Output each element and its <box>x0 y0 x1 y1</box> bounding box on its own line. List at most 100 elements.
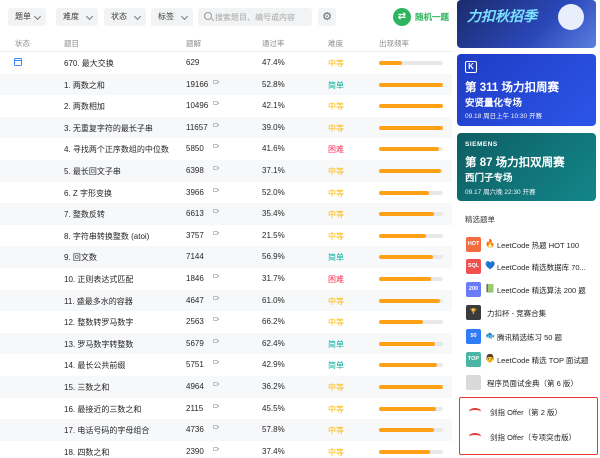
problem-list-cover-icon: HOT <box>466 237 481 252</box>
problem-title[interactable]: 3. 无重复字符的最长子串 <box>64 123 153 134</box>
table-row[interactable]: 13. 罗马数字转整数 5679 62.4% 简单 <box>0 332 452 355</box>
video-solution-icon[interactable] <box>213 144 220 149</box>
biweekly-contest-sponsor: 西门子专场 <box>465 173 513 184</box>
table-row[interactable]: 11. 盛最多水的容器 4647 61.0% 中等 <box>0 289 452 312</box>
weekly-contest-sponsor: 安贤量化专场 <box>465 98 523 109</box>
header-status[interactable]: 状态 <box>15 38 30 49</box>
problem-list-dropdown[interactable]: 题单 <box>8 8 46 26</box>
chevron-down-icon <box>33 12 42 21</box>
problem-title[interactable]: 6. Z 字形变换 <box>64 188 112 199</box>
frequency-bar-fill <box>379 363 438 368</box>
status-dropdown[interactable]: 状态 <box>104 8 146 26</box>
table-row[interactable]: 17. 电话号码的字母组合 4736 57.8% 中等 <box>0 419 452 441</box>
frequency-bar <box>379 320 443 325</box>
frequency-bar-fill <box>379 190 429 195</box>
problem-list-item[interactable]: 程序员面试金典（第 6 版） <box>463 373 597 393</box>
video-solution-icon[interactable] <box>213 273 220 278</box>
frequency-bar <box>379 406 443 411</box>
problem-title[interactable]: 9. 回文数 <box>64 252 97 263</box>
table-row[interactable]: 14. 最长公共前缀 5751 42.9% 简单 <box>0 354 452 376</box>
difficulty-dropdown-label: 难度 <box>63 12 79 21</box>
problem-title[interactable]: 2. 两数相加 <box>64 101 105 112</box>
campus-recruit-banner[interactable]: 力扣秋招季 <box>457 0 596 48</box>
problem-list-item[interactable]: TOP 👨 LeetCode 精选 TOP 面试题 <box>463 350 597 370</box>
solution-count: 4647 <box>186 295 204 305</box>
video-solution-icon[interactable] <box>213 446 220 451</box>
difficulty-label: 简单 <box>328 361 344 371</box>
weekly-contest-banner[interactable]: K 第 311 场力扣周赛 安贤量化专场 09.18 周日上午 10:30 开赛 <box>457 54 596 126</box>
problem-list-item[interactable]: SQL 💙 LeetCode 精选数据库 70... <box>463 257 597 277</box>
problem-table: 状态 题目 题解 通过率 难度 出现频率 670. 最大交换 629 47.4% 中等… <box>0 34 452 458</box>
difficulty-label: 中等 <box>328 404 344 414</box>
header-solution[interactable]: 题解 <box>186 38 201 49</box>
table-row[interactable]: 2. 两数相加 10496 42.1% 中等 <box>0 95 452 117</box>
problem-list-name: LeetCode 精选数据库 70... <box>497 263 586 272</box>
table-row[interactable]: 7. 整数反转 6613 35.4% 中等 <box>0 203 452 225</box>
difficulty-dropdown[interactable]: 难度 <box>56 8 98 26</box>
video-solution-icon[interactable] <box>213 360 220 365</box>
frequency-bar <box>379 298 443 303</box>
table-row[interactable]: 9. 回文数 7144 56.9% 简单 <box>0 246 452 268</box>
video-solution-icon[interactable] <box>213 79 220 84</box>
video-solution-icon[interactable] <box>213 122 220 127</box>
video-solution-icon[interactable] <box>213 209 220 214</box>
search-input[interactable] <box>215 8 309 26</box>
video-solution-icon[interactable] <box>213 165 220 170</box>
table-row[interactable]: 670. 最大交换 629 47.4% 中等 <box>0 52 452 74</box>
frequency-bar-fill <box>379 320 424 325</box>
table-row[interactable]: 18. 四数之和 2390 37.4% 中等 <box>0 441 452 458</box>
problem-title[interactable]: 7. 整数反转 <box>64 209 105 220</box>
tags-dropdown[interactable]: 标签 <box>151 8 193 26</box>
table-row[interactable]: 8. 字符串转换整数 (atoi) 3757 21.5% 中等 <box>0 225 452 247</box>
table-row[interactable]: 10. 正则表达式匹配 1846 31.7% 困难 <box>0 268 452 290</box>
problem-title[interactable]: 15. 三数之和 <box>64 382 109 393</box>
problem-title[interactable]: 12. 整数转罗马数字 <box>64 317 133 328</box>
problem-list-item[interactable]: 200 📗 LeetCode 精选算法 200 题 <box>463 280 597 300</box>
header-frequency[interactable]: 出现频率 <box>379 38 409 49</box>
table-row[interactable]: 5. 最长回文子串 6398 37.1% 中等 <box>0 159 452 182</box>
biweekly-contest-banner[interactable]: SIEMENS 第 87 场力扣双周赛 西门子专场 09.17 周六晚 22:3… <box>457 133 596 201</box>
table-row[interactable]: 3. 无重复字符的最长子串 11657 39.0% 中等 <box>0 116 452 139</box>
table-row[interactable]: 16. 最接近的三数之和 2115 45.5% 中等 <box>0 398 452 420</box>
header-acceptance[interactable]: 通过率 <box>262 38 285 49</box>
video-solution-icon[interactable] <box>213 101 220 106</box>
video-solution-icon[interactable] <box>213 317 220 322</box>
random-problem-button[interactable]: ⇄ 随机一题 <box>393 8 449 26</box>
video-solution-icon[interactable] <box>213 403 220 408</box>
table-row[interactable]: 12. 整数转罗马数字 2563 66.2% 中等 <box>0 311 452 333</box>
frequency-bar <box>379 276 443 281</box>
settings-button[interactable]: ⚙ <box>318 8 336 26</box>
header-title[interactable]: 题目 <box>64 38 79 49</box>
problem-title[interactable]: 11. 盛最多水的容器 <box>64 296 133 307</box>
video-solution-icon[interactable] <box>213 230 220 235</box>
video-solution-icon[interactable] <box>213 338 220 343</box>
video-solution-icon[interactable] <box>213 381 220 386</box>
problem-title[interactable]: 10. 正则表达式匹配 <box>64 274 133 285</box>
header-difficulty[interactable]: 难度 <box>328 38 343 49</box>
problem-list-item[interactable]: HOT 🔥 LeetCode 热题 HOT 100 <box>463 235 597 255</box>
video-solution-icon[interactable] <box>213 425 220 430</box>
problem-title[interactable]: 17. 电话号码的字母组合 <box>64 425 149 436</box>
problem-list-item[interactable]: 50 🐟 腾讯精选练习 50 题 <box>463 327 597 347</box>
problem-title[interactable]: 670. 最大交换 <box>64 58 114 69</box>
table-header: 状态 题目 题解 通过率 难度 出现频率 <box>0 34 452 52</box>
video-solution-icon[interactable] <box>213 295 220 300</box>
table-row[interactable]: 1. 两数之和 19166 52.8% 简单 <box>0 73 452 96</box>
table-row[interactable]: 15. 三数之和 4964 36.2% 中等 <box>0 375 452 398</box>
problem-title[interactable]: 16. 最接近的三数之和 <box>64 404 141 415</box>
problem-title[interactable]: 4. 寻找两个正序数组的中位数 <box>64 144 169 155</box>
problem-list-cover-icon: 200 <box>466 282 481 297</box>
table-row[interactable]: 4. 寻找两个正序数组的中位数 5850 41.6% 困难 <box>0 138 452 160</box>
problem-title[interactable]: 8. 字符串转换整数 (atoi) <box>64 231 149 242</box>
problem-title[interactable]: 18. 四数之和 <box>64 447 109 458</box>
video-solution-icon[interactable] <box>213 187 220 192</box>
problem-list-item[interactable]: 🏆 力扣杯 - 竞赛合集 <box>463 303 597 323</box>
problem-title[interactable]: 1. 两数之和 <box>64 80 105 91</box>
problem-title[interactable]: 5. 最长回文子串 <box>64 166 121 177</box>
problem-title[interactable]: 13. 罗马数字转整数 <box>64 339 133 350</box>
weekly-contest-time: 09.18 周日上午 10:30 开赛 <box>465 113 542 120</box>
table-row[interactable]: 6. Z 字形变换 3966 52.0% 中等 <box>0 182 452 204</box>
problem-title[interactable]: 14. 最长公共前缀 <box>64 360 125 371</box>
frequency-bar-fill <box>379 212 435 217</box>
chevron-down-icon <box>133 12 142 21</box>
